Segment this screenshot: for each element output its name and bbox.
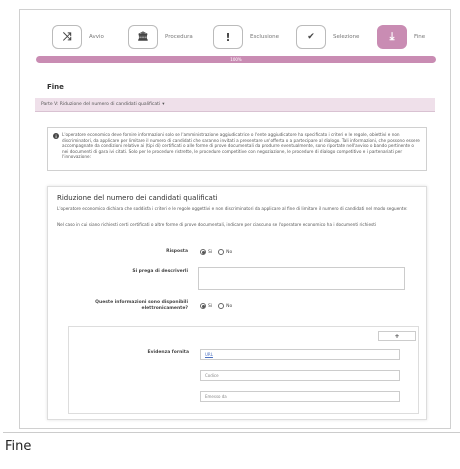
disponibili-no-option[interactable]: No: [218, 303, 232, 309]
risposta-yes-option[interactable]: Sì: [200, 249, 212, 255]
radio-no[interactable]: [218, 303, 225, 309]
issuer-input[interactable]: Emesso da: [200, 391, 400, 402]
info-box: i L'operatore economico deve fornire inf…: [47, 127, 427, 171]
wizard-steps: ⤨ Avvio 🏛 Procedura ! Esclusione ✔ Selez…: [20, 22, 450, 52]
radio-yes[interactable]: [200, 303, 206, 309]
part-section-toggle[interactable]: Parte V: Riduzione del numero di candida…: [35, 98, 435, 112]
radio-yes-label: Sì: [208, 303, 213, 309]
progress-percent: 100%: [230, 57, 242, 62]
step-label: Fine: [414, 34, 426, 40]
code-input[interactable]: Codice: [200, 370, 400, 381]
section-title: Riduzione del numero dei candidati quali…: [57, 194, 218, 202]
step-label: Esclusione: [250, 34, 280, 40]
risposta-no-option[interactable]: No: [218, 249, 232, 255]
progress-fill: 100%: [36, 56, 436, 63]
step-procedura[interactable]: 🏛 Procedura: [128, 22, 193, 52]
info-text: L'operatore economico deve fornire infor…: [62, 132, 420, 160]
risposta-label: Risposta: [166, 249, 188, 254]
section-panel: Riduzione del numero dei candidati quali…: [47, 186, 427, 420]
step-selezione[interactable]: ✔ Selezione: [296, 22, 359, 52]
section-description: L'operatore economico dichiara che soddi…: [57, 206, 408, 211]
description-textarea[interactable]: [198, 267, 405, 290]
url-input[interactable]: URL: [200, 349, 400, 360]
step-fine[interactable]: ⤓ Fine: [377, 22, 425, 52]
disponibili-label: Queste informazioni sono disponibili ele…: [95, 300, 188, 311]
step-label: Procedura: [165, 34, 193, 40]
radio-no[interactable]: [218, 249, 225, 255]
download-icon: ⤓: [377, 25, 407, 49]
part-section-label: Parte V: Riduzione del numero di candida…: [41, 102, 161, 107]
descrivere-label: Si prega di descriverli: [132, 269, 188, 274]
shuffle-icon: ⤨: [52, 25, 82, 49]
step-esclusione[interactable]: ! Esclusione: [213, 22, 279, 52]
disponibili-radio-group: Sì No: [200, 303, 238, 309]
caption: Fine: [3, 432, 460, 469]
step-avvio[interactable]: ⤨ Avvio: [52, 22, 104, 52]
disponibili-yes-option[interactable]: Sì: [200, 303, 212, 309]
progress-bar: 100%: [36, 56, 436, 63]
check-circle-icon: ✔: [296, 25, 326, 49]
exclamation-icon: !: [213, 25, 243, 49]
radio-no-label: No: [226, 303, 233, 309]
chevron-down-icon: ▾: [162, 102, 165, 107]
step-label: Avvio: [89, 34, 104, 40]
app-frame: ⤨ Avvio 🏛 Procedura ! Esclusione ✔ Selez…: [19, 9, 451, 429]
radio-yes[interactable]: [200, 249, 206, 255]
info-icon: i: [53, 133, 59, 139]
evidence-box: + Evidenza fornita URL Codice Emesso da: [68, 326, 419, 414]
section-note: Nel caso in cui siano richiesti certi ce…: [57, 222, 377, 227]
add-evidence-button[interactable]: +: [378, 331, 416, 341]
radio-no-label: No: [226, 249, 233, 255]
radio-yes-label: Sì: [208, 249, 213, 255]
page-title: Fine: [47, 83, 64, 91]
risposta-radio-group: Sì No: [200, 249, 238, 255]
evidence-label: Evidenza fornita: [147, 350, 189, 355]
bank-icon: 🏛: [128, 25, 158, 49]
step-label: Selezione: [333, 34, 360, 40]
